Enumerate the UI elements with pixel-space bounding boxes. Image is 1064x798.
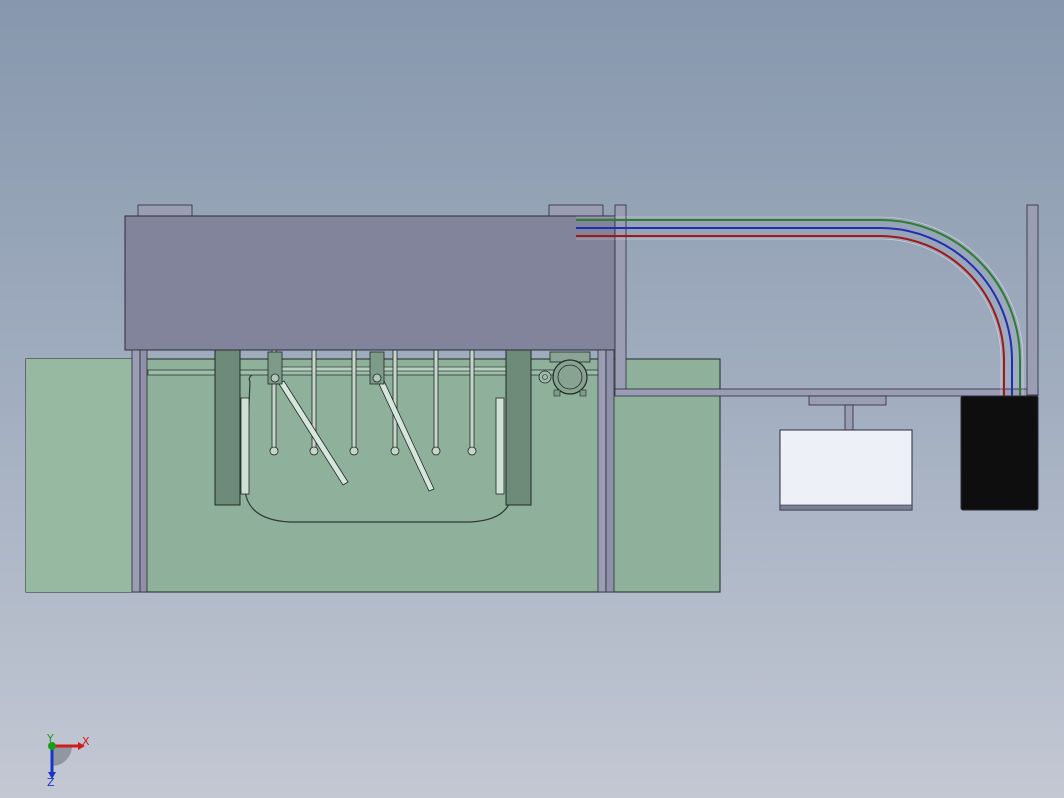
lid-knob-right (548, 204, 604, 218)
rod-tip-1 (269, 446, 279, 456)
right-post-inner (605, 349, 615, 593)
left-post-outer (131, 349, 141, 593)
tank-left-section (26, 359, 132, 592)
frame-upright-right (1026, 204, 1039, 396)
collection-tray (779, 429, 913, 511)
collection-tray-base (779, 504, 913, 511)
rod-tip-4 (390, 446, 400, 456)
y-axis-label: Y (46, 732, 54, 745)
axis-triad: X Y Z (46, 732, 90, 789)
lid-knob-left (137, 204, 193, 218)
black-reservoir (960, 395, 1039, 511)
rod-tip-3 (349, 446, 359, 456)
right-guide-bar (495, 397, 505, 495)
frame-upright-left (614, 204, 627, 396)
rod-tip-2 (309, 446, 319, 456)
right-inner-plate (505, 349, 532, 506)
left-post-inner (139, 349, 148, 593)
cad-assembly-drawing: X Y Z (25, 204, 1039, 789)
triad-shadow (52, 746, 72, 766)
x-axis-label: X (82, 735, 90, 748)
arm-pivot-right (372, 373, 382, 383)
motor-mount-left (553, 389, 561, 397)
z-axis-label: Z (47, 776, 55, 789)
rod-4 (392, 349, 398, 449)
drip-head-plate (808, 395, 887, 406)
right-post-outer (597, 349, 607, 593)
motor-mount-right (579, 389, 587, 397)
left-guide-bar (240, 397, 250, 495)
rod-tip-6 (467, 446, 477, 456)
tank-lid (124, 215, 616, 351)
cross-rail (269, 366, 526, 372)
rod-5 (433, 349, 439, 449)
left-inner-plate (214, 349, 241, 506)
rod-tip-5 (431, 446, 441, 456)
rod-6 (469, 349, 475, 449)
drip-nozzle (844, 404, 854, 433)
motor-side-knob (538, 370, 552, 384)
arm-pivot-left (270, 373, 280, 383)
cad-viewport[interactable]: X Y Z (0, 0, 1064, 798)
rod-3 (351, 349, 357, 449)
frame-bottom-beam (614, 388, 1039, 397)
